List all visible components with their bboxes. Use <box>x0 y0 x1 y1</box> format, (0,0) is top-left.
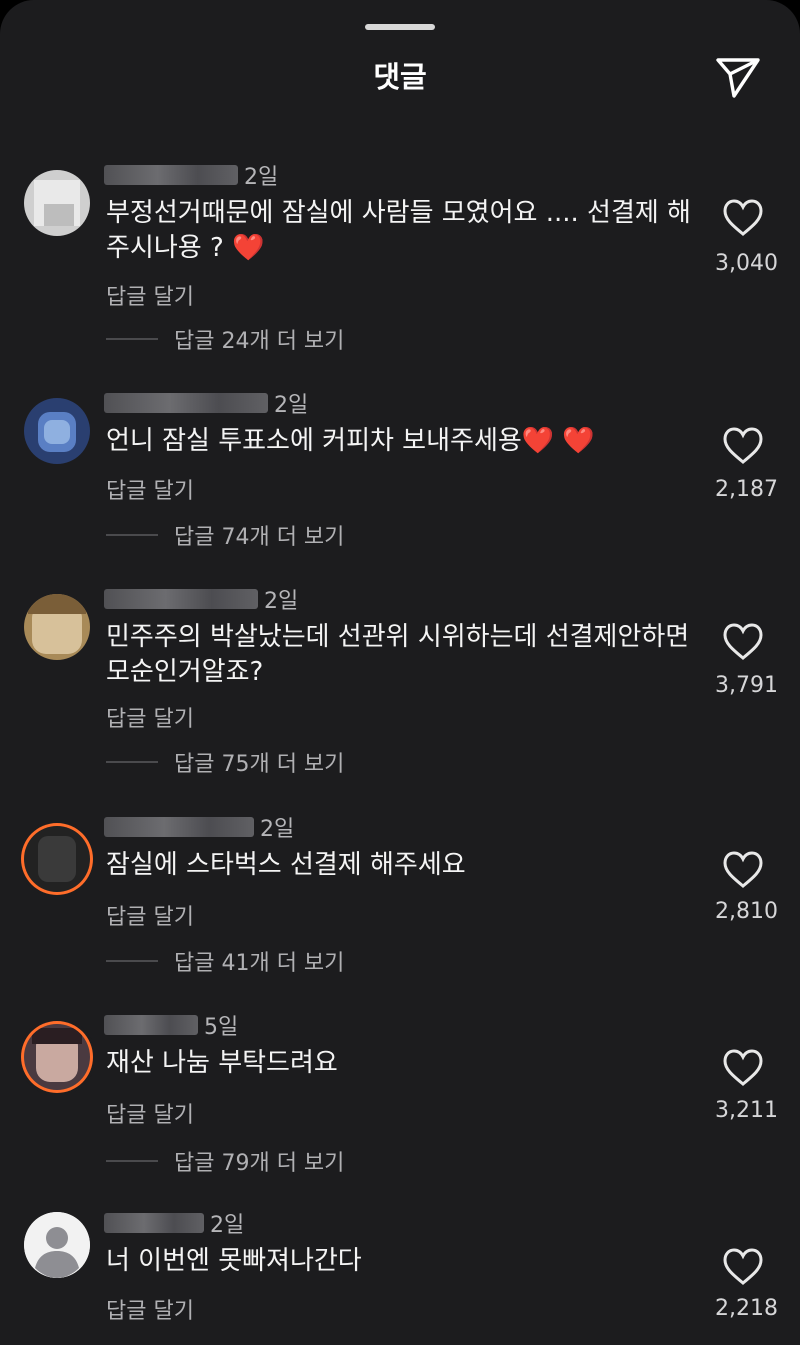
comment-item: 2일 너 이번엔 못빠져나간다 답글 달기 2,218 <box>0 1210 800 1345</box>
heart-icon[interactable] <box>722 427 764 465</box>
comment-text: 민주주의 박살났는데 선관위 시위하는데 선결제안하면 모순인거알죠? <box>106 622 690 687</box>
username-redacted[interactable] <box>104 165 238 185</box>
comment-text: 너 이번엔 못빠져나간다 <box>106 1246 362 1276</box>
comment-item: 5일 재산 나눔 부탁드려요 답글 달기 3,211 답글 79개 더 보기 <box>0 1012 800 1182</box>
comment-item: 2일 언니 잠실 투표소에 커피차 보내주세용❤️ ❤️ 답글 달기 2,187… <box>0 390 800 560</box>
comment-item: 2일 부정선거때문에 잠실에 사람들 모였어요 .... 선결제 해주시나용 ?… <box>0 162 800 362</box>
comment-text: 부정선거때문에 잠실에 사람들 모였어요 .... 선결제 해주시나용 ? ❤️ <box>106 198 691 263</box>
comment-time: 2일 <box>264 589 299 614</box>
like-count: 3,040 <box>715 251 778 276</box>
divider-line <box>106 534 158 536</box>
reply-button[interactable]: 답글 달기 <box>106 1293 194 1325</box>
avatar[interactable] <box>24 398 90 464</box>
avatar[interactable] <box>24 826 90 892</box>
username-redacted[interactable] <box>104 589 258 609</box>
username-redacted[interactable] <box>104 393 268 413</box>
reply-button[interactable]: 답글 달기 <box>106 899 194 931</box>
comment-text: 언니 잠실 투표소에 커피차 보내주세용❤️ ❤️ <box>106 426 595 456</box>
drag-handle[interactable] <box>365 24 435 30</box>
divider-line <box>106 761 158 763</box>
heart-icon[interactable] <box>722 1049 764 1087</box>
comment-time: 2일 <box>244 165 279 190</box>
view-more-replies-label: 답글 79개 더 보기 <box>174 1151 345 1176</box>
divider-line <box>106 960 158 962</box>
reply-button[interactable]: 답글 달기 <box>106 1097 194 1129</box>
avatar[interactable] <box>24 170 90 236</box>
comments-sheet: 댓글 2일 부정선거때문에 잠실에 사람들 모였어요 .... 선결제 해주시나… <box>0 0 800 1345</box>
comment-item: 2일 잠실에 스타벅스 선결제 해주세요 답글 달기 2,810 답글 41개 … <box>0 814 800 984</box>
paper-plane-icon[interactable] <box>712 52 764 100</box>
comment-header: 2일 <box>104 390 309 418</box>
avatar[interactable] <box>24 594 90 660</box>
view-more-replies-label: 답글 74개 더 보기 <box>174 525 345 550</box>
comment-header: 2일 <box>104 814 295 842</box>
view-more-replies[interactable]: 답글 79개 더 보기 <box>106 1146 344 1176</box>
view-more-replies[interactable]: 답글 41개 더 보기 <box>106 946 344 976</box>
view-more-replies[interactable]: 답글 24개 더 보기 <box>106 324 344 354</box>
default-user-icon <box>24 1212 90 1278</box>
like-count: 2,810 <box>715 899 778 924</box>
comment-header: 2일 <box>104 586 299 614</box>
view-more-replies[interactable]: 답글 75개 더 보기 <box>106 747 344 777</box>
like-count: 3,791 <box>715 673 778 698</box>
comment-text: 재산 나눔 부탁드려요 <box>106 1048 338 1078</box>
reply-button[interactable]: 답글 달기 <box>106 279 194 311</box>
comment-time: 5일 <box>204 1015 239 1040</box>
comment-header: 2일 <box>104 1210 245 1238</box>
comment-header: 2일 <box>104 162 279 190</box>
comment-time: 2일 <box>210 1213 245 1238</box>
heart-icon[interactable] <box>722 851 764 889</box>
reply-button[interactable]: 답글 달기 <box>106 701 194 733</box>
heart-icon[interactable] <box>722 199 764 237</box>
view-more-replies-label: 답글 41개 더 보기 <box>174 951 345 976</box>
comment-time: 2일 <box>274 393 309 418</box>
view-more-replies-label: 답글 75개 더 보기 <box>174 752 345 777</box>
like-count: 3,211 <box>715 1098 778 1123</box>
username-redacted[interactable] <box>104 1015 198 1035</box>
comment-header: 5일 <box>104 1012 239 1040</box>
username-redacted[interactable] <box>104 1213 204 1233</box>
heart-icon[interactable] <box>722 623 764 661</box>
comment-time: 2일 <box>260 817 295 842</box>
sheet-title: 댓글 <box>373 60 427 94</box>
username-redacted[interactable] <box>104 817 254 837</box>
view-more-replies[interactable]: 답글 74개 더 보기 <box>106 520 344 550</box>
heart-icon[interactable] <box>722 1248 764 1286</box>
divider-line <box>106 1160 158 1162</box>
view-more-replies-label: 답글 24개 더 보기 <box>174 329 345 354</box>
reply-button[interactable]: 답글 달기 <box>106 473 194 505</box>
avatar[interactable] <box>24 1024 90 1090</box>
avatar[interactable] <box>24 1212 90 1278</box>
divider-line <box>106 338 158 340</box>
like-count: 2,218 <box>715 1296 778 1321</box>
like-count: 2,187 <box>715 477 778 502</box>
comment-text: 잠실에 스타벅스 선결제 해주세요 <box>106 850 466 880</box>
comment-item: 2일 민주주의 박살났는데 선관위 시위하는데 선결제안하면 모순인거알죠? 답… <box>0 586 800 786</box>
